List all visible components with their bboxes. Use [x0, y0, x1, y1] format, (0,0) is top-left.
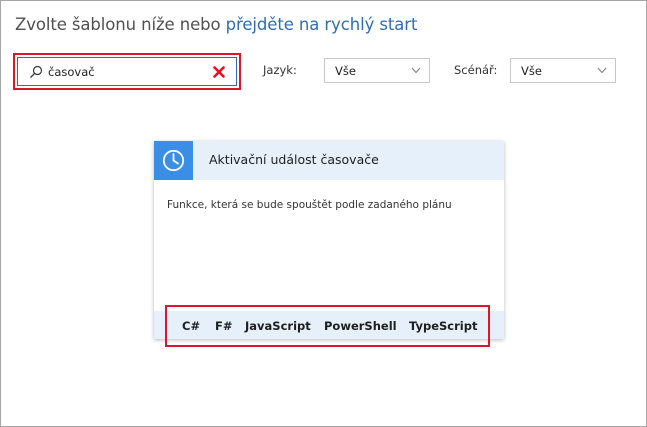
clock-icon: [162, 149, 185, 172]
page-heading: Zvolte šablonu níže nebo přejděte na ryc…: [15, 15, 417, 34]
search-box[interactable]: [17, 57, 237, 86]
search-icon: [30, 65, 43, 78]
card-description: Funkce, která se bude spouštět podle zad…: [167, 199, 452, 211]
scenario-label: Scénář:: [454, 63, 498, 77]
chevron-down-icon: [411, 67, 421, 74]
heading-text: Zvolte šablonu níže nebo: [15, 15, 221, 34]
card-icon-tile: [154, 141, 193, 180]
language-select[interactable]: Vše: [324, 58, 430, 83]
scenario-selected-value: Vše: [521, 64, 542, 78]
quickstart-link[interactable]: přejděte na rychlý start: [226, 15, 418, 34]
language-label: Jazyk:: [263, 63, 297, 77]
card-header: Aktivační událost časovače: [154, 141, 504, 180]
clear-icon[interactable]: [213, 66, 225, 78]
card-title: Aktivační událost časovače: [209, 152, 379, 167]
language-selected-value: Vše: [335, 64, 356, 78]
search-input[interactable]: [48, 63, 208, 80]
languages-highlight-box: [165, 305, 490, 347]
chevron-down-icon: [597, 67, 607, 74]
scenario-select[interactable]: Vše: [510, 58, 616, 83]
template-picker-panel: Zvolte šablonu níže nebo přejděte na ryc…: [0, 0, 647, 427]
